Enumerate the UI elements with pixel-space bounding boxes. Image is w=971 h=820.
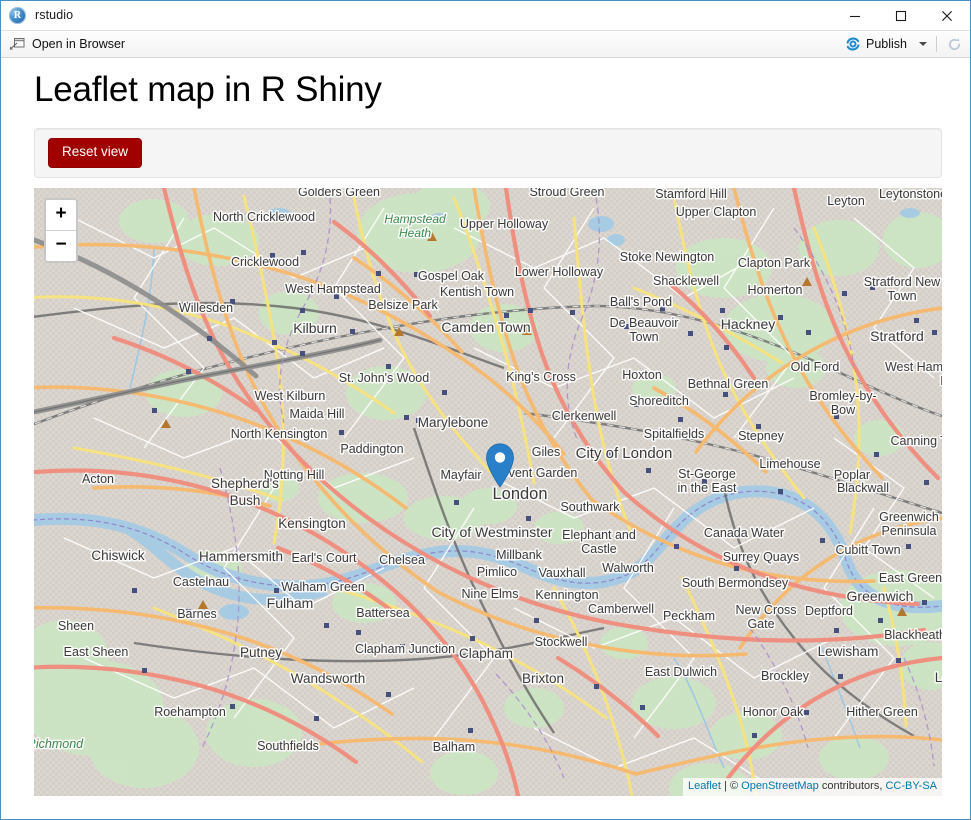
london-map-marker[interactable] <box>485 443 515 493</box>
zoom-control: + − <box>44 198 78 263</box>
rstudio-logo-icon <box>9 7 26 24</box>
window-title: rstudio <box>35 9 73 22</box>
attribution-contributors: contributors, <box>819 780 886 792</box>
close-button[interactable] <box>924 1 970 30</box>
openstreetmap-link[interactable]: OpenStreetMap <box>741 780 819 792</box>
open-in-browser-button[interactable]: Open in Browser <box>1 31 125 57</box>
attribution-separator: | <box>721 780 730 792</box>
leaflet-map[interactable]: Golders GreenGolders GreenStroud GreenSt… <box>34 188 942 796</box>
maximize-button[interactable] <box>878 1 924 30</box>
viewer-toolbar: Open in Browser Publish <box>1 30 970 58</box>
refresh-button[interactable] <box>944 34 964 54</box>
publish-icon <box>845 36 861 52</box>
minimize-button[interactable] <box>832 1 878 30</box>
refresh-icon <box>947 37 962 52</box>
zoom-in-button[interactable]: + <box>46 200 76 231</box>
publish-button[interactable]: Publish <box>841 33 911 55</box>
zoom-out-button[interactable]: − <box>46 231 76 261</box>
publish-label: Publish <box>866 38 907 51</box>
license-link[interactable]: CC-BY-SA <box>885 780 937 792</box>
open-in-browser-icon <box>9 37 25 51</box>
attribution-copyright: © <box>730 780 741 792</box>
chevron-down-icon[interactable] <box>919 42 927 46</box>
reset-view-button[interactable]: Reset view <box>48 138 142 168</box>
toolbar-divider <box>936 36 937 52</box>
shiny-app-content: Leaflet map in R Shiny Reset view <box>1 58 970 819</box>
window-titlebar: rstudio <box>1 1 970 30</box>
rstudio-viewer-window: rstudio Open in Browser <box>0 0 971 820</box>
map-attribution: Leaflet | © OpenStreetMap contributors, … <box>683 778 942 796</box>
toolbar-right-group: Publish <box>841 31 964 57</box>
page-title: Leaflet map in R Shiny <box>34 71 382 110</box>
controls-well-panel: Reset view <box>34 128 942 178</box>
open-in-browser-label: Open in Browser <box>32 38 125 51</box>
leaflet-link[interactable]: Leaflet <box>688 780 721 792</box>
window-controls <box>832 1 970 30</box>
